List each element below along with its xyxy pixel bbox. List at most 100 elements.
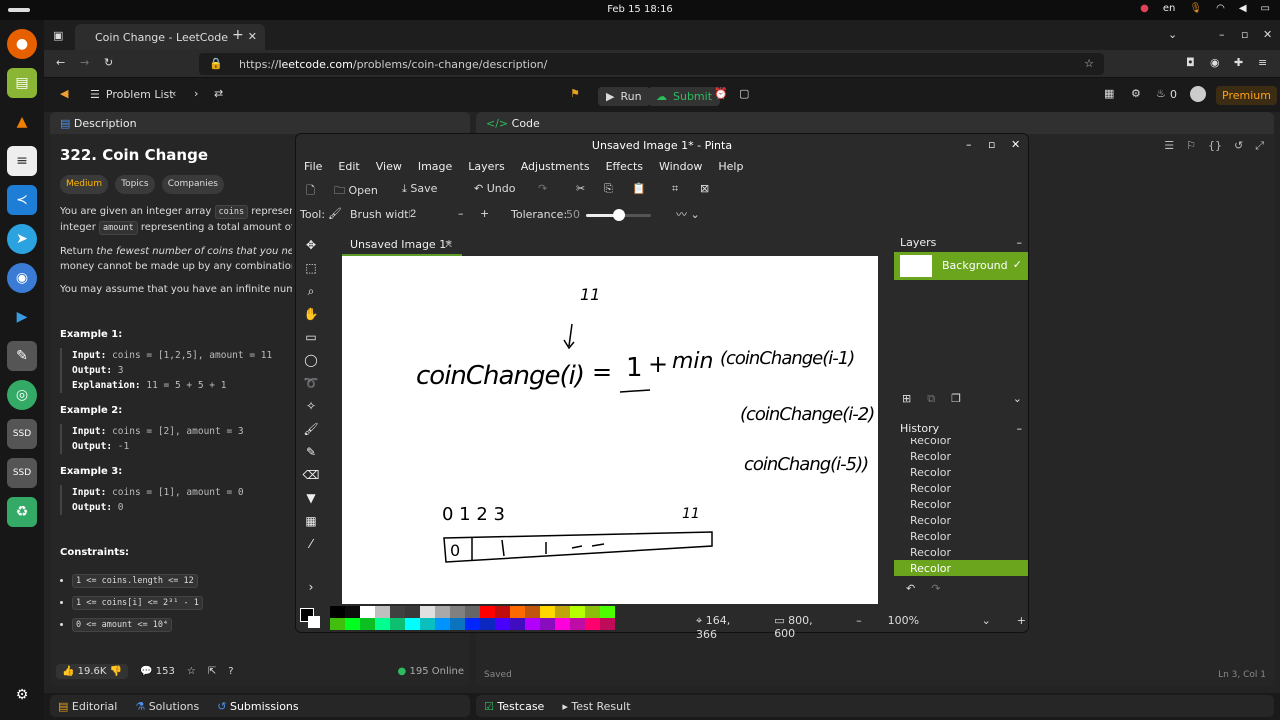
color-swatch[interactable] <box>525 618 540 630</box>
reload-icon[interactable]: ↻ <box>104 56 113 69</box>
rect-select-icon[interactable]: ▭ <box>300 330 322 353</box>
problem-list-button[interactable]: ☰ Problem List <box>90 88 174 101</box>
color-swatch[interactable] <box>480 606 495 618</box>
save-button[interactable]: ⤓ Save <box>402 182 437 196</box>
zoom-tool-icon[interactable]: ⌕ <box>300 284 322 307</box>
remote-icon[interactable]: ▶ <box>7 302 37 332</box>
apps-grid-icon[interactable]: ⚙ <box>7 680 37 710</box>
mic-icon[interactable]: 🎙 <box>1189 3 1202 14</box>
url-bar[interactable]: 🔒 https://leetcode.com/problems/coin-cha… <box>199 53 1104 75</box>
volume-icon[interactable]: ◀ <box>1239 3 1247 14</box>
history-item[interactable]: Recolor <box>894 480 1028 496</box>
collapse-icon[interactable]: – <box>1017 236 1023 249</box>
crop-icon[interactable]: ⌗ <box>672 182 678 196</box>
topics-tag[interactable]: Topics <box>115 175 155 194</box>
color-swatch[interactable] <box>360 618 375 630</box>
color-swatch[interactable] <box>570 618 585 630</box>
undo-button[interactable]: ↶ Undo <box>474 182 515 195</box>
cut-icon[interactable]: ✂ <box>576 182 585 195</box>
color-swatch[interactable] <box>330 606 345 618</box>
menu-icon[interactable]: ≡ <box>1258 56 1267 69</box>
zoom-combo[interactable]: 100% ⌄ <box>888 614 991 641</box>
account-icon[interactable]: ◉ <box>1210 56 1220 69</box>
tab-editorial[interactable]: ▤ Editorial <box>58 700 117 713</box>
color-swatch[interactable] <box>375 606 390 618</box>
vlc-icon[interactable]: ▲ <box>7 107 37 137</box>
color-swatch[interactable] <box>510 606 525 618</box>
history-item[interactable]: Recolor <box>894 512 1028 528</box>
color-swatch[interactable] <box>390 606 405 618</box>
color-swatch[interactable] <box>600 618 615 630</box>
menu-view[interactable]: View <box>376 160 402 173</box>
favorite-icon[interactable]: ☆ <box>187 666 196 677</box>
color-swatch[interactable] <box>540 618 555 630</box>
color-swatch[interactable] <box>375 618 390 630</box>
paste-icon[interactable]: 📋 <box>632 182 646 195</box>
code-tab[interactable]: </> Code <box>476 112 1274 134</box>
color-swatch[interactable] <box>405 618 420 630</box>
prev-problem-icon[interactable]: ‹ <box>172 87 176 100</box>
notes-icon[interactable]: ▢ <box>739 87 749 100</box>
vscode-icon[interactable]: ≺ <box>7 185 37 215</box>
decrease-icon[interactable]: – <box>458 207 464 220</box>
color-swatch[interactable] <box>540 606 555 618</box>
layer-item[interactable]: Background ✓ <box>894 252 1028 280</box>
menu-image[interactable]: Image <box>418 160 452 173</box>
color-swatch[interactable] <box>525 606 540 618</box>
braces-icon[interactable]: {} <box>1208 139 1222 153</box>
open-button[interactable]: 🗀 Open <box>334 182 378 201</box>
swatches[interactable] <box>330 606 615 630</box>
tab-overview-icon[interactable]: ▣ <box>53 29 63 42</box>
pinta-icon[interactable]: ✎ <box>7 341 37 371</box>
menu-file[interactable]: File <box>304 160 322 173</box>
notes-icon[interactable]: ≡ <box>7 146 37 176</box>
menu-adjustments[interactable]: Adjustments <box>521 160 590 173</box>
premium-button[interactable]: Premium <box>1216 86 1277 105</box>
image-tab[interactable]: Unsaved Image 1* ✕ <box>342 234 462 256</box>
chromium-icon[interactable]: ◉ <box>7 263 37 293</box>
lang-indicator[interactable]: en <box>1163 3 1176 14</box>
eraser-icon[interactable]: ⌫ <box>300 468 322 491</box>
description-tab[interactable]: ▤ Description <box>50 112 470 134</box>
color-swatch[interactable] <box>330 618 345 630</box>
new-tab-icon[interactable]: + <box>232 27 244 43</box>
tolerance-slider[interactable] <box>586 209 651 221</box>
photos-icon[interactable]: ◎ <box>7 380 37 410</box>
like-button[interactable]: 👍 19.6K 👎 <box>56 663 129 679</box>
move-tool-icon[interactable]: ✥ <box>300 238 322 261</box>
color-swatch[interactable] <box>435 618 450 630</box>
ellipse-select-icon[interactable]: ◯ <box>300 353 322 376</box>
layout-icon[interactable]: ▦ <box>1104 87 1114 100</box>
history-item[interactable]: Recolor <box>894 528 1028 544</box>
color-swatch[interactable] <box>510 618 525 630</box>
history-item[interactable]: Recolor <box>894 464 1028 480</box>
pinta-titlebar[interactable]: Unsaved Image 1* - Pinta – ▫ ✕ <box>296 134 1028 156</box>
color-swatch[interactable] <box>360 606 375 618</box>
history-undo-icon[interactable]: ↶ <box>906 582 915 595</box>
companies-tag[interactable]: Companies <box>161 175 224 194</box>
close-image-icon[interactable]: ✕ <box>444 238 453 251</box>
tolerance-thumb[interactable] <box>612 209 625 221</box>
clock[interactable]: Feb 15 18:16 <box>0 4 1280 15</box>
color-swatch[interactable] <box>495 618 510 630</box>
extensions-icon[interactable]: ✚ <box>1234 56 1243 69</box>
run-button[interactable]: ▶ Run <box>598 87 650 106</box>
color-swatch[interactable] <box>450 618 465 630</box>
secondary-color[interactable] <box>308 616 320 628</box>
menu-layers[interactable]: Layers <box>468 160 504 173</box>
color-swatch[interactable] <box>600 606 615 618</box>
color-swatch[interactable] <box>465 606 480 618</box>
bookmark-icon[interactable]: ⚐ <box>1186 139 1196 153</box>
trash-icon[interactable]: ♻ <box>7 497 37 527</box>
pinta-maximize-icon[interactable]: ▫ <box>988 138 995 151</box>
move-selection-icon[interactable]: ⬚ <box>300 261 322 284</box>
comments-button[interactable]: 💬 153 <box>140 666 175 677</box>
pinta-close-icon[interactable]: ✕ <box>1011 138 1020 151</box>
add-layer-icon[interactable]: ⊞ <box>902 392 911 406</box>
bookmark-star-icon[interactable]: ☆ <box>1084 57 1094 70</box>
history-item[interactable]: Recolor <box>894 496 1028 512</box>
firefox-icon[interactable]: ● <box>7 29 37 59</box>
minimize-icon[interactable]: – <box>1219 28 1225 41</box>
color-swatch[interactable] <box>465 618 480 630</box>
color-swatch[interactable] <box>450 606 465 618</box>
